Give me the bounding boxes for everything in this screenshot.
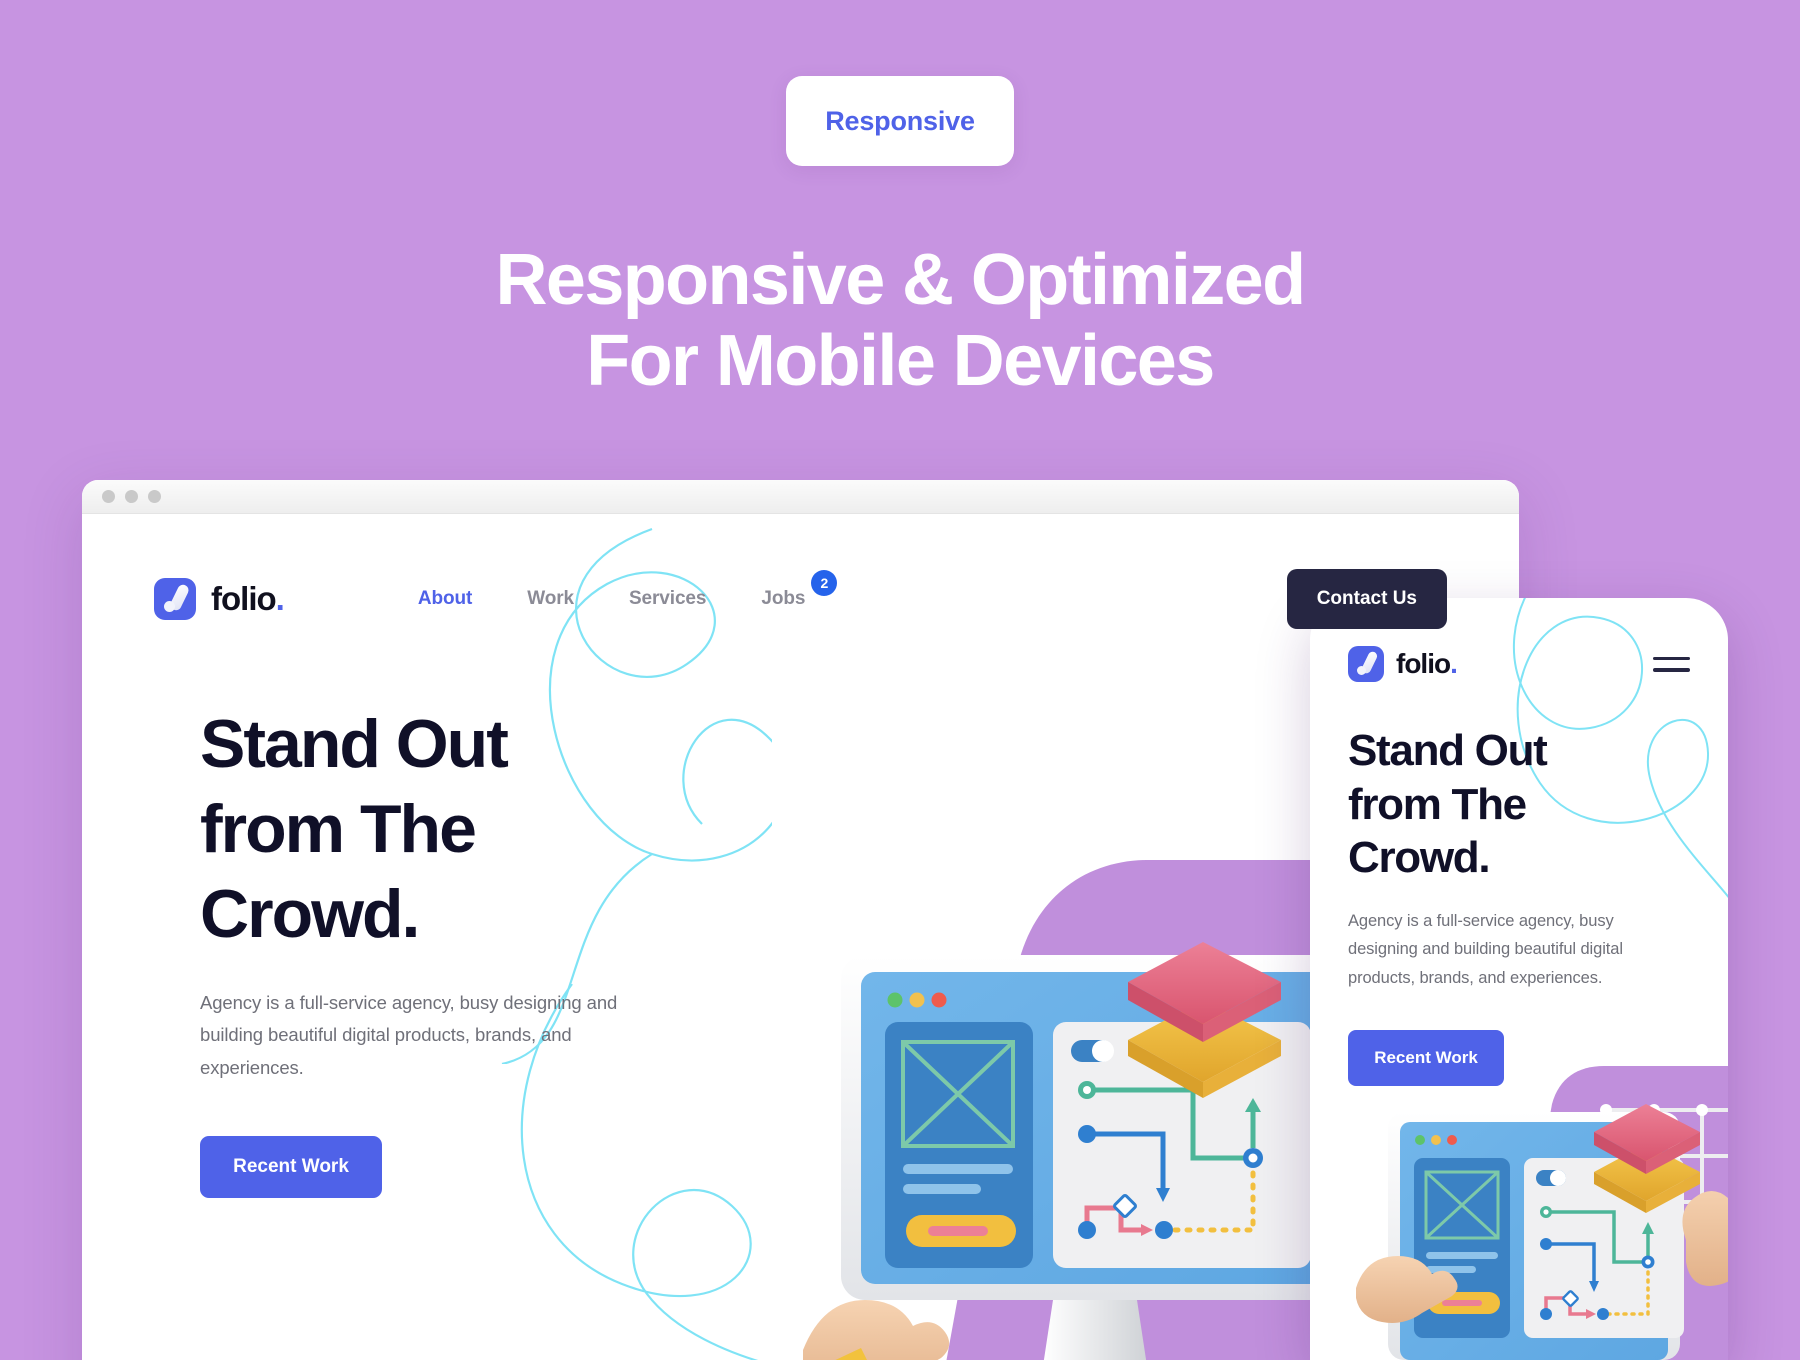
nav-item-services[interactable]: Services	[629, 588, 706, 610]
site-heading-line-3: Crowd.	[200, 876, 420, 952]
phone-wireframe-button-label	[1442, 1300, 1482, 1306]
phone-node-green-inner	[1543, 1209, 1549, 1215]
flow-node-end-inner	[1248, 1153, 1258, 1163]
site-heading: Stand Out from The Crowd.	[200, 702, 630, 957]
screen-dot-yellow	[909, 992, 925, 1008]
nav-item-jobs-label: Jobs	[761, 588, 806, 609]
wireframe-line-1	[903, 1164, 1013, 1174]
flow-node-green-inner	[1083, 1086, 1091, 1094]
phone-heading: Stand Out from The Crowd.	[1348, 724, 1638, 885]
phone-node-pink	[1540, 1308, 1552, 1320]
phone-folio-logo-icon[interactable]	[1348, 646, 1384, 682]
flow-node-merge	[1155, 1221, 1173, 1239]
wireframe-line-2	[903, 1184, 981, 1194]
screen-dot-red	[931, 992, 947, 1008]
responsive-badge-label: Responsive	[825, 105, 975, 136]
page-title: Responsive & Optimized For Mobile Device…	[0, 240, 1800, 403]
responsive-badge: Responsive	[786, 76, 1014, 166]
phone-hero-copy: Stand Out from The Crowd. Agency is a fu…	[1348, 724, 1638, 1087]
site-paragraph: Agency is a full-service agency, busy de…	[200, 992, 618, 1078]
website-viewport: folio. About Work Services Jobs 2 Contact…	[82, 514, 1519, 1360]
phone-navbar: folio.	[1348, 646, 1690, 682]
phone-toggle-knob	[1550, 1170, 1566, 1186]
mobile-phone-mockup: folio. Stand Out from The Crowd. Agency …	[1310, 598, 1728, 1360]
phone-node-blue	[1540, 1238, 1552, 1250]
site-heading-line-1: Stand Out	[200, 706, 509, 782]
toggle-switch-knob	[1092, 1040, 1114, 1062]
flow-node-pink	[1078, 1221, 1096, 1239]
page-title-line-1: Responsive & Optimized	[495, 240, 1307, 320]
phone-wireframe-line-2	[1426, 1266, 1476, 1273]
phone-screen-dot-red	[1447, 1135, 1457, 1145]
browser-titlebar	[82, 480, 1519, 514]
window-minimize-dot-icon[interactable]	[125, 490, 138, 503]
contact-us-button[interactable]: Contact Us	[1286, 569, 1447, 629]
nav-item-jobs[interactable]: Jobs 2	[761, 570, 838, 610]
flow-node-blue	[1078, 1125, 1096, 1143]
screen-dot-green	[887, 992, 903, 1008]
phone-viewport: folio. Stand Out from The Crowd. Agency …	[1310, 598, 1728, 1360]
monitor-stand	[1043, 1300, 1147, 1360]
hamburger-menu-icon[interactable]	[1653, 656, 1690, 672]
site-hero-copy: Stand Out from The Crowd. Agency is a fu…	[200, 702, 630, 1199]
site-logo[interactable]: folio.	[154, 578, 285, 620]
site-logo-text: folio.	[211, 580, 285, 617]
phone-heading-line-2: from The	[1348, 779, 1527, 829]
left-hand	[803, 1300, 950, 1360]
phone-recent-work-button[interactable]: Recent Work	[1348, 1030, 1504, 1087]
phone-screen-dot-green	[1415, 1135, 1425, 1145]
phone-paragraph: Agency is a full-service agency, busy de…	[1348, 912, 1623, 987]
phone-heading-line-1: Stand Out	[1348, 726, 1548, 775]
phone-hero-illustration	[1356, 1066, 1728, 1360]
desktop-browser-mockup: folio. About Work Services Jobs 2 Contact…	[82, 480, 1519, 1360]
recent-work-button[interactable]: Recent Work	[200, 1136, 382, 1199]
site-heading-line-2: from The	[200, 791, 477, 867]
phone-screen-dot-yellow	[1431, 1135, 1441, 1145]
phone-logo-text: folio.	[1396, 648, 1458, 679]
page-title-line-2: For Mobile Devices	[586, 321, 1215, 402]
nav-item-work[interactable]: Work	[527, 588, 574, 610]
window-close-dot-icon[interactable]	[102, 490, 115, 503]
folio-logo-icon	[154, 578, 196, 620]
wireframe-button-label	[928, 1226, 988, 1236]
window-maximize-dot-icon[interactable]	[148, 490, 161, 503]
phone-heading-line-3: Crowd.	[1348, 833, 1491, 883]
phone-node-merge	[1597, 1308, 1609, 1320]
nav-item-about[interactable]: About	[418, 588, 472, 610]
phone-node-end-inner	[1645, 1259, 1651, 1265]
site-nav-links: About Work Services Jobs 2	[418, 570, 838, 610]
site-navbar: folio. About Work Services Jobs 2 Contact…	[82, 554, 1519, 644]
jobs-count-badge: 2	[811, 570, 838, 596]
phone-wireframe-line-1	[1426, 1252, 1498, 1259]
